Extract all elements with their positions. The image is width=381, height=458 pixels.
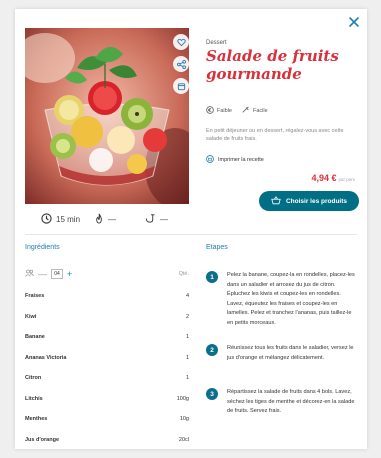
ingredient-qty: 4 [185,293,189,300]
ingredient-qty: 1 [185,375,189,382]
recipe-photo [25,28,189,204]
recipe-description: En petit déjeuner ou en dessert, régalez… [206,128,344,142]
step-text: Pelez la banane, coupez-la en rondelles,… [227,272,355,326]
cooking-time: — [94,213,116,226]
ingredient-row: Fraises 4 [25,286,189,307]
ingredient-name: Fraises [25,293,45,300]
step-number: 2 [206,344,218,356]
ingredient-qty: 2 [185,313,189,320]
ingredient-name: Menthes [25,416,48,423]
ingredient-name: Banane [25,334,45,341]
ingredients-list: Fraises 4 Kiwi 2 Banane 1 Ananas Victoria 1 … [25,286,189,450]
share-icon[interactable] [173,56,189,72]
step-number: 3 [206,388,218,400]
recipe-card: 15 min — — Dessert Salade de fruits gour… [15,9,367,449]
section-divider [25,234,357,235]
rest-time: — [144,213,168,226]
recipe-category: Dessert [206,40,227,46]
step-text: Réunissez tous les fruits dans le saladi… [227,345,354,361]
servings-plus-button[interactable]: + [67,270,72,279]
ingredient-row: Ananas Victoria 1 [25,348,189,369]
price: 4,94 € par pers [311,173,355,183]
rest-icon [144,213,156,226]
prep-time: 15 min [41,212,81,226]
ingredient-qty: 100g [176,395,189,402]
ingredient-qty: 10g [179,416,189,423]
euro-icon [206,106,214,116]
step-item: 1 Pelez la banane, coupez-la en rondelle… [206,271,364,329]
ingredient-name: Kiwi [25,313,37,320]
heart-icon[interactable] [173,34,189,50]
step-number: 1 [206,271,218,283]
ingredient-name: Citron [25,375,42,382]
ingredient-name: Jus d'orange [25,436,60,443]
rest-time-value: — [160,214,169,224]
printer-icon [206,155,214,165]
price-unit: par pers [338,177,355,182]
cost-label: Faible [217,108,232,114]
ingredient-row: Citron 1 [25,368,189,389]
difficulty-label: Facile [252,108,268,114]
ingredient-qty: 20cl [178,436,189,443]
recipe-tags: Faible Facile [206,106,268,116]
ingredient-qty: 1 [185,354,189,361]
ingredient-name: Litchis [25,395,43,402]
close-icon[interactable] [347,15,361,29]
qty-header: Qté. [178,271,189,277]
cooking-time-value: — [108,214,117,224]
bookmark-icon[interactable] [173,78,189,94]
step-item: 2 Réunissez tous les fruits dans le sala… [206,344,364,363]
ingredients-title: Ingrédients [25,244,60,251]
recipe-title: Salade de fruits gourmande [206,47,339,83]
ingredient-row: Jus d'orange 20cl [25,430,189,451]
ingredient-name: Ananas Victoria [25,354,67,361]
prep-time-value: 15 min [56,214,81,224]
ingredient-row: Litchis 100g [25,389,189,410]
servings-selector: — 04 + Qté. [25,268,189,280]
chef-icon [242,106,250,116]
cost-tag: Faible [206,106,232,116]
step-text: Répartissez la salade de fruits dans 4 b… [227,389,355,415]
basket-icon [271,195,281,207]
ingredient-row: Banane 1 [25,327,189,348]
print-label: Imprimer la recette [218,157,264,163]
print-recipe-link[interactable]: Imprimer la recette [206,155,264,165]
ingredient-qty: 1 [185,334,189,341]
price-value: 4,94 € [311,173,337,183]
difficulty-tag: Facile [242,106,268,116]
ingredient-row: Menthes 10g [25,409,189,430]
choose-products-button[interactable]: Choisir les produits [259,191,359,211]
choose-products-label: Choisir les produits [285,197,348,205]
recipe-meta: 15 min — — [25,212,189,226]
step-item: 3 Répartissez la salade de fruits dans 4… [206,388,364,417]
servings-value[interactable]: 04 [51,269,63,279]
ingredient-row: Kiwi 2 [25,307,189,328]
servings-minus-button[interactable]: — [38,270,47,279]
flame-icon [94,213,104,226]
people-icon [25,269,34,279]
clock-icon [41,212,52,226]
steps-title: Etapes [206,244,228,251]
